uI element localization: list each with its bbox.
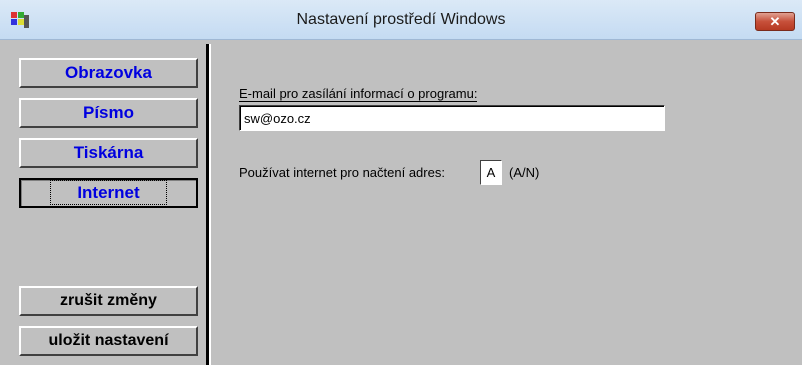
- internet-usage-hint: (A/N): [509, 165, 540, 180]
- discard-changes-button[interactable]: zrušit změny: [19, 286, 198, 316]
- discard-changes-label: zrušit změny: [60, 292, 157, 309]
- email-label: E-mail pro zasílání informací o programu…: [239, 86, 478, 102]
- panel-divider: [206, 44, 211, 365]
- nav-button-label: Tiskárna: [73, 143, 144, 162]
- save-settings-label: uložit nastavení: [48, 332, 169, 349]
- internet-usage-label: Používat internet pro načtení adres:: [239, 165, 445, 180]
- internet-usage-input[interactable]: [480, 160, 502, 185]
- nav-button-label: Písmo: [82, 103, 135, 122]
- title-bar: Nastavení prostředí Windows ✕: [0, 0, 802, 40]
- close-button[interactable]: ✕: [755, 12, 795, 31]
- save-settings-button[interactable]: uložit nastavení: [19, 326, 198, 356]
- nav-button-label: Internet: [50, 180, 167, 205]
- nav-button-label: Obrazovka: [65, 63, 152, 82]
- nav-button-obrazovka[interactable]: Obrazovka: [19, 58, 198, 88]
- internet-settings-panel: E-mail pro zasílání informací o programu…: [216, 44, 802, 365]
- close-icon: ✕: [769, 14, 781, 29]
- dialog-body: Obrazovka Písmo Tiskárna Internet zrušit…: [0, 40, 802, 365]
- nav-button-tiskarna[interactable]: Tiskárna: [19, 138, 198, 168]
- nav-button-pismo[interactable]: Písmo: [19, 98, 198, 128]
- window-title: Nastavení prostředí Windows: [296, 11, 506, 28]
- email-input[interactable]: [239, 105, 665, 131]
- nav-button-internet[interactable]: Internet: [19, 178, 198, 208]
